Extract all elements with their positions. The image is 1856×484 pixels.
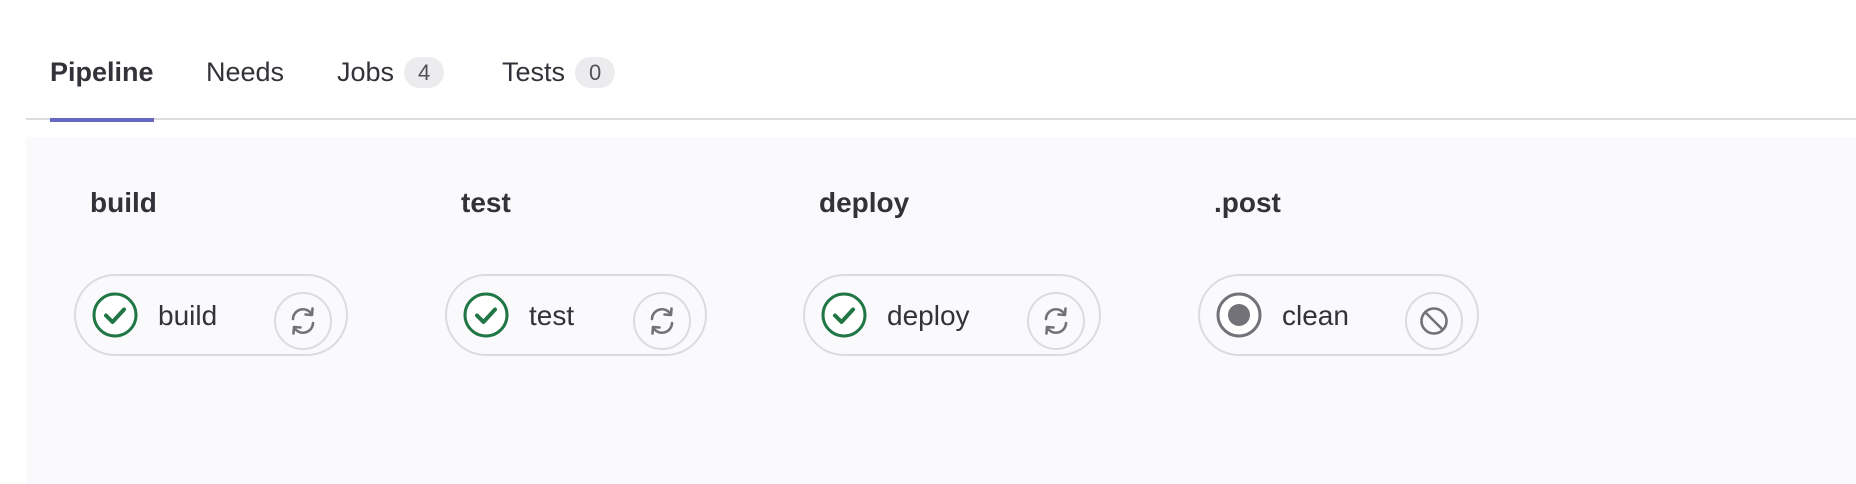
job-deploy[interactable]: deploy — [803, 274, 1101, 356]
tab-label: Pipeline — [50, 57, 154, 87]
stage-title: build — [90, 187, 157, 218]
retry-button[interactable] — [633, 292, 691, 350]
retry-icon — [1044, 307, 1068, 335]
stage-title: test — [461, 187, 511, 218]
job-name: deploy — [887, 300, 970, 331]
retry-button[interactable] — [274, 292, 332, 350]
check-circle-icon — [463, 292, 509, 338]
tab-pipeline[interactable]: Pipeline — [50, 50, 154, 122]
job-clean[interactable]: clean — [1198, 274, 1479, 356]
tab-label: Jobs — [337, 57, 395, 87]
stage-title: .post — [1214, 187, 1281, 218]
job-name: build — [158, 300, 218, 331]
skipped-dot-icon — [1216, 292, 1262, 338]
check-circle-icon — [821, 292, 867, 338]
cancel-button[interactable] — [1405, 292, 1463, 350]
pipeline-tabs: Pipeline Needs Jobs 4 Tests 0 — [26, 0, 1856, 122]
job-build[interactable]: build — [74, 274, 348, 356]
tab-label: Tests — [502, 57, 566, 87]
tab-needs[interactable]: Needs — [206, 50, 284, 120]
retry-icon — [291, 307, 315, 335]
tab-jobs[interactable]: Jobs 4 — [337, 50, 445, 120]
cancel-icon — [1420, 307, 1448, 335]
tab-tests[interactable]: Tests 0 — [502, 50, 616, 120]
job-test[interactable]: test — [445, 274, 707, 356]
retry-icon — [650, 307, 674, 335]
tab-label: Needs — [206, 57, 285, 87]
pipeline-page: Pipeline Needs Jobs 4 Tests 0 build buil… — [0, 0, 1856, 484]
tests-count-badge: 0 — [575, 57, 616, 88]
jobs-count-badge: 4 — [404, 57, 445, 88]
stage-title: deploy — [819, 187, 910, 218]
pipeline-graph: build build test test deploy deploy .pos… — [26, 137, 1856, 484]
job-name: test — [529, 300, 575, 331]
check-circle-icon — [92, 292, 138, 338]
retry-button[interactable] — [1027, 292, 1085, 350]
job-name: clean — [1282, 300, 1349, 331]
